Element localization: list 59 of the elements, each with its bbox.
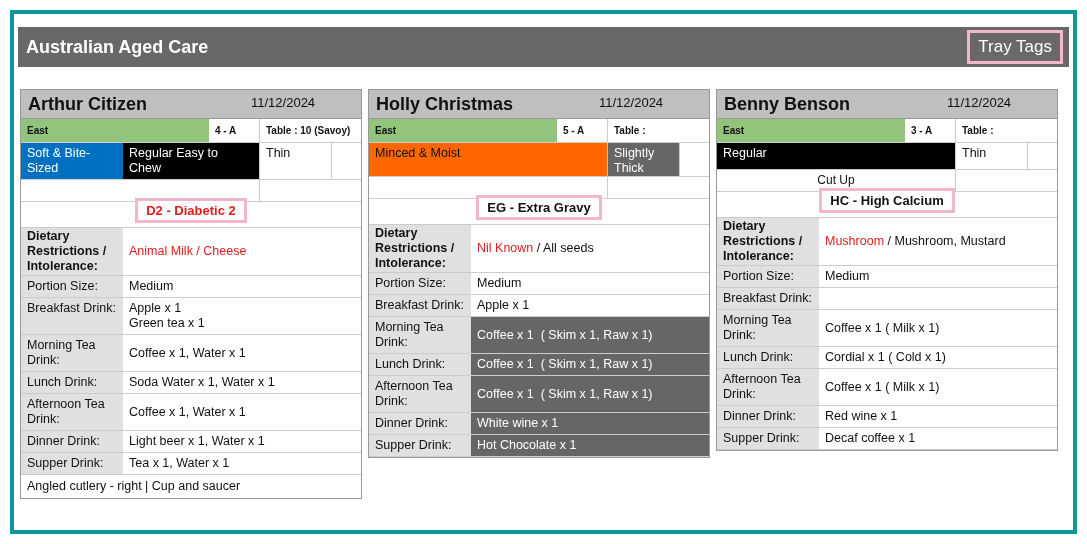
texture-cell: Regular Easy to Chew (123, 143, 259, 179)
room-cell-text: 4 - A (214, 124, 238, 138)
row-label: Dinner Drink: (717, 406, 819, 427)
row-label: Afternoon Tea Drink: (369, 376, 471, 412)
room-cell-text: 5 - A (562, 124, 586, 138)
resident-name: Benny Benson (723, 96, 852, 112)
texture-cell: Minced & Moist (369, 143, 607, 176)
row-label: Supper Drink: (21, 453, 123, 474)
wing-cell: East (717, 119, 905, 142)
wing-cell: East (21, 119, 209, 142)
row-label: Morning Tea Drink: (717, 310, 819, 346)
row-label: Morning Tea Drink: (369, 317, 471, 353)
diet-code-tag: D2 - Diabetic 2 (135, 198, 247, 223)
row-label: Dietary Restrictions / Intolerance: (717, 218, 819, 265)
row-label: Dinner Drink: (369, 413, 471, 434)
row-label: Morning Tea Drink: (21, 335, 123, 371)
row-label: Dietary Restrictions / Intolerance: (369, 225, 471, 272)
row-label: Breakfast Drink: (717, 288, 819, 309)
texture-cell: Soft & Bite-Sized (21, 143, 123, 179)
note-text: Angled cutlery - right | Cup and saucer (26, 478, 242, 495)
row-label: Supper Drink: (369, 435, 471, 456)
row-label: Portion Size: (21, 276, 123, 297)
modifier-text: Cut Up (817, 173, 855, 188)
tray-tags-button[interactable]: Tray Tags (967, 30, 1063, 64)
diet-code-tag: EG - Extra Gravy (476, 195, 602, 220)
row-label: Lunch Drink: (717, 347, 819, 368)
row-label: Lunch Drink: (369, 354, 471, 375)
row-label: Portion Size: (717, 266, 819, 287)
date: 11/12/2024 (251, 94, 317, 112)
table-cell: Table : (607, 119, 709, 142)
row-label: Afternoon Tea Drink: (717, 369, 819, 405)
diet-code-tag: HC - High Calcium (819, 188, 955, 213)
row-label: Lunch Drink: (21, 372, 123, 393)
row-value: Coffee x 1 ( Skim x 1, Raw x 1) (471, 317, 709, 353)
row-value: Coffee x 1 ( Skim x 1, Raw x 1) (471, 376, 709, 412)
row-label: Breakfast Drink: (21, 298, 123, 334)
wing-cell: East (369, 119, 557, 142)
row-label: Dietary Restrictions / Intolerance: (21, 228, 123, 275)
fluid-cell: Slightly Thick (607, 143, 679, 176)
row-label: Dinner Drink: (21, 431, 123, 452)
resident-name: Arthur Citizen (27, 96, 148, 112)
table-cell: Table : 10 (Savoy) (259, 119, 361, 142)
date: 11/12/2024 (947, 94, 1013, 112)
table-cell: Table : (955, 119, 1057, 142)
app-title: Australian Aged Care (26, 35, 209, 59)
row-label: Portion Size: (369, 273, 471, 294)
row-value: Coffee x 1 ( Skim x 1, Raw x 1) (471, 354, 709, 375)
resident-name: Holly Christmas (375, 96, 515, 112)
row-value: White wine x 1 (471, 413, 709, 434)
row-label: Afternoon Tea Drink: (21, 394, 123, 430)
restrictions-text: Animal Milk / Cheese (128, 243, 248, 260)
row-label: Breakfast Drink: (369, 295, 471, 316)
restrictions-text: Mushroom / Mushroom, Mustard (824, 233, 1007, 250)
date: 11/12/2024 (599, 94, 665, 112)
texture-cell: Regular (717, 143, 955, 169)
room-cell-text: 3 - A (910, 124, 934, 138)
row-label: Supper Drink: (717, 428, 819, 449)
row-value: Hot Chocolate x 1 (471, 435, 709, 456)
restrictions-text: Nil Known / All seeds (476, 240, 595, 257)
